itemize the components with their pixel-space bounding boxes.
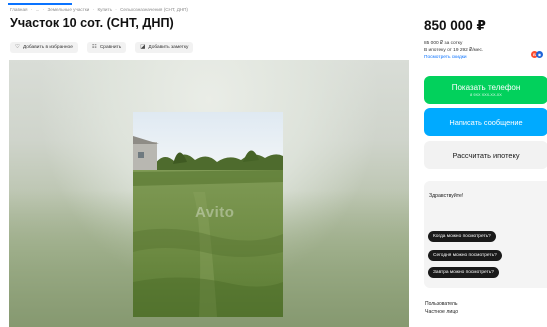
quick-reply-when[interactable]: Когда можно посмотреть?: [428, 231, 496, 242]
add-note-label: Добавить заметку: [148, 45, 189, 50]
breadcrumb-separator: ·: [115, 7, 117, 12]
show-phone-button[interactable]: Показать телефон 8 9XX XXX-XX-XX: [424, 76, 547, 104]
price-value: 850 000 ₽: [424, 18, 486, 33]
mortgage-estimate: В ипотеку от 19 292 ₽/мес.: [424, 48, 484, 53]
breadcrumb-home[interactable]: Главная: [10, 7, 27, 12]
breadcrumb-buy[interactable]: Купить: [97, 7, 112, 12]
heart-icon: ♡: [15, 43, 20, 50]
add-favorite-label: Добавить в избранное: [22, 45, 73, 50]
breadcrumb-separator: ·: [92, 7, 95, 12]
price-per-unit: 85 000 ₽ за сотку: [424, 41, 463, 46]
page-title: Участок 10 сот. (СНТ, ДНП): [10, 16, 174, 30]
seller-name[interactable]: Пользователь: [425, 301, 457, 307]
quick-reply-today[interactable]: Сегодня можно посмотреть?: [428, 250, 502, 261]
compare-icon: ☷: [91, 43, 97, 50]
breadcrumb-separator: ·: [30, 7, 33, 12]
top-accent-bar: [8, 3, 72, 5]
listing-photo[interactable]: Avito: [133, 112, 283, 317]
price-details: 85 000 ₽ за сотку В ипотеку от 19 292 ₽/…: [424, 40, 483, 61]
breadcrumb: Главная · ... · Земельные участки · Купи…: [10, 7, 190, 12]
seller-type: Частное лицо: [425, 309, 459, 315]
chat-greeting-text[interactable]: Здравствуйте!: [429, 193, 463, 199]
chat-widget: Здравствуйте! Когда можно посмотреть? Се…: [424, 181, 547, 288]
breadcrumb-separator: ·: [42, 7, 45, 12]
breadcrumb-land[interactable]: Земельные участки: [48, 7, 90, 12]
add-note-button[interactable]: ◪ Добавить заметку: [135, 42, 194, 53]
calculate-mortgage-button[interactable]: Рассчитать ипотеку: [424, 141, 547, 169]
breadcrumb-ellipsis[interactable]: ...: [36, 7, 40, 12]
compare-label: Сравнить: [99, 45, 122, 50]
show-phone-label: Показать телефон: [451, 83, 521, 92]
add-favorite-button[interactable]: ♡ Добавить в избранное: [10, 42, 78, 53]
quick-reply-tomorrow[interactable]: Завтра можно посмотреть?: [428, 267, 499, 278]
bank-badges: Б ◉: [531, 51, 543, 58]
breadcrumb-category[interactable]: Сельхозназначения (СНТ, ДНП): [120, 7, 188, 12]
photo-gallery[interactable]: Avito: [9, 60, 409, 327]
write-message-button[interactable]: Написать сообщение: [424, 108, 547, 136]
bank-logo-icon: ◉: [536, 51, 543, 58]
listing-actions: ♡ Добавить в избранное ☷ Сравнить ◪ Доба…: [10, 42, 194, 53]
offers-link[interactable]: Посмотреть скидки: [424, 54, 483, 61]
listing-page: Главная · ... · Земельные участки · Купи…: [0, 0, 547, 327]
phone-mask: 8 9XX XXX-XX-XX: [470, 93, 502, 97]
note-icon: ◪: [140, 43, 146, 50]
compare-button[interactable]: ☷ Сравнить: [86, 42, 127, 53]
listing-photo-image: [133, 112, 283, 317]
